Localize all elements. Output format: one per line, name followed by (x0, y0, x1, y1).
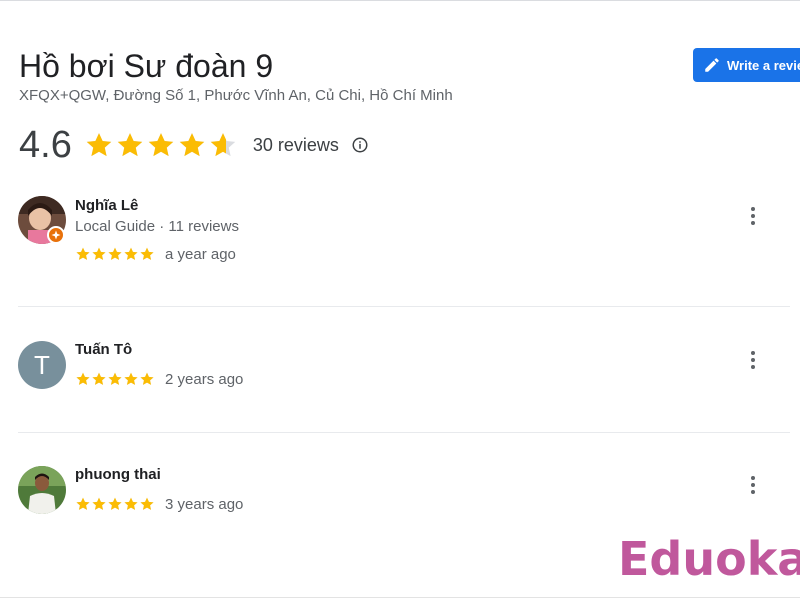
divider (18, 432, 790, 433)
reviewer-meta: Local Guide · 11 reviews (75, 218, 239, 235)
star-icon (146, 130, 176, 160)
more-options-button[interactable] (744, 204, 762, 228)
star-icon (123, 371, 139, 387)
divider (18, 306, 790, 307)
star-icon (139, 371, 155, 387)
star-icon (123, 246, 139, 262)
star-icon (177, 130, 207, 160)
place-address: XFQX+QGW, Đường Số 1, Phước Vĩnh An, Củ … (19, 87, 453, 104)
review-date: 2 years ago (165, 371, 244, 388)
review-count-link[interactable]: 30 reviews (253, 135, 339, 156)
star-icon (208, 130, 238, 160)
top-border (0, 0, 800, 1)
star-icon (139, 246, 155, 262)
reviewer-name[interactable]: Nghĩa Lê (75, 197, 138, 214)
rating-score: 4.6 (19, 123, 72, 166)
review-date: 3 years ago (165, 496, 244, 513)
review-stars (75, 371, 155, 387)
write-review-button[interactable]: Write a review (693, 48, 800, 82)
bottom-border (0, 597, 800, 598)
reviewer-name[interactable]: phuong thai (75, 466, 161, 483)
star-icon (107, 371, 123, 387)
reviewer-avatar[interactable]: T (18, 341, 66, 389)
star-icon (139, 496, 155, 512)
reviewer-avatar[interactable] (18, 466, 66, 514)
star-icon (123, 496, 139, 512)
review-stars (75, 496, 155, 512)
review-stars (75, 246, 155, 262)
place-title: Hồ bơi Sư đoàn 9 (19, 48, 274, 84)
star-icon (75, 371, 91, 387)
star-icon (91, 371, 107, 387)
pencil-icon (705, 58, 719, 72)
star-icon (75, 246, 91, 262)
star-icon (91, 496, 107, 512)
rating-summary: 4.6 30 reviews (19, 123, 369, 167)
write-review-label: Write a review (727, 57, 800, 73)
star-icon (107, 246, 123, 262)
reviewer-name[interactable]: Tuấn Tô (75, 341, 132, 358)
star-icon (75, 496, 91, 512)
rating-stars (84, 130, 239, 160)
info-icon[interactable] (351, 136, 369, 154)
review-date: a year ago (165, 246, 236, 263)
star-icon (107, 496, 123, 512)
more-options-button[interactable] (744, 473, 762, 497)
local-guide-badge (47, 226, 65, 244)
more-options-button[interactable] (744, 348, 762, 372)
watermark-logo: Eduoka (618, 532, 800, 586)
star-icon (84, 130, 114, 160)
star-icon (91, 246, 107, 262)
star-icon (115, 130, 145, 160)
